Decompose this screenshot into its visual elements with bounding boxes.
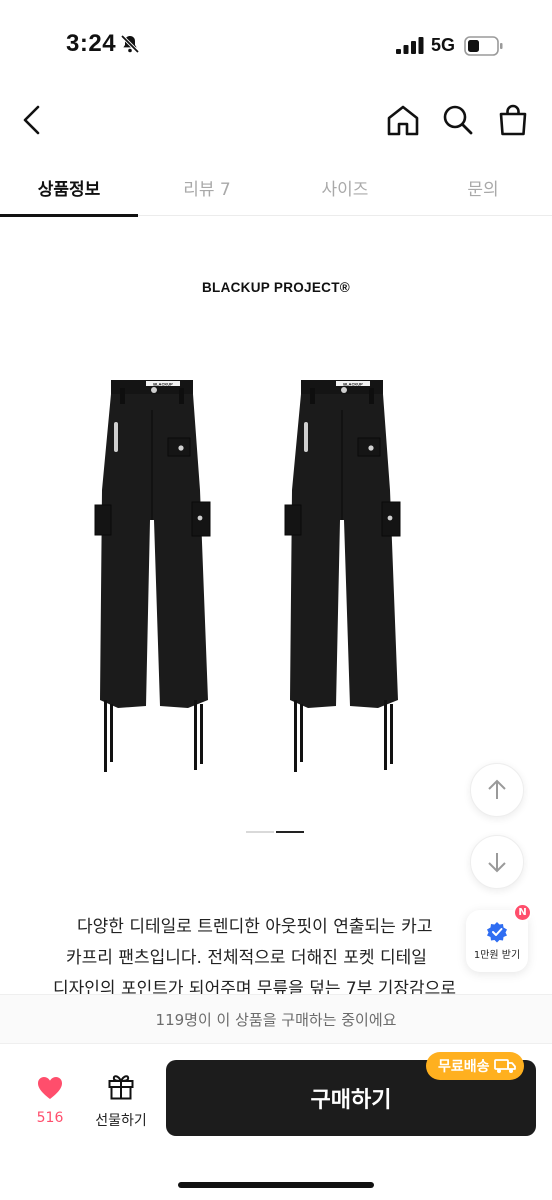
coupon-button[interactable]: 1만원 받기 N (466, 903, 532, 972)
arrow-down-icon (488, 853, 506, 873)
gift-button[interactable]: 선물하기 (88, 1072, 154, 1132)
tab-reviews[interactable]: 리뷰 7 (138, 158, 276, 216)
home-indicator[interactable] (178, 1182, 374, 1188)
tab-inquiry[interactable]: 문의 (414, 158, 552, 216)
battery-icon (464, 36, 503, 56)
search-button[interactable] (438, 100, 478, 140)
status-bar: 3:24 5G (0, 0, 552, 90)
carousel-dot[interactable] (246, 831, 274, 833)
network-type: 5G (431, 35, 456, 55)
shopping-bag-icon (499, 104, 527, 136)
cellular-signal-icon (396, 37, 424, 54)
status-time: 3:24 (66, 30, 117, 57)
gift-icon (108, 1075, 134, 1100)
cart-button[interactable] (493, 100, 533, 140)
verified-check-icon (487, 922, 507, 943)
brand-logo: BLACKUP PROJECT® (201, 280, 350, 295)
new-badge: N (513, 903, 532, 922)
back-arrow-icon (23, 105, 40, 135)
tab-product-info[interactable]: 상품정보 (0, 158, 138, 217)
heart-icon (38, 1077, 62, 1099)
bottom-action-bar: 516 선물하기 구매하기 무료배송 (0, 1044, 552, 1200)
search-icon (443, 105, 473, 135)
like-button[interactable]: 516 (28, 1074, 72, 1132)
product-image[interactable]: BLACKUP (90, 370, 470, 780)
product-tabs: 상품정보 리뷰 7 사이즈 문의 (0, 158, 552, 217)
back-button[interactable] (12, 100, 52, 140)
app-header (0, 90, 552, 150)
home-button[interactable] (383, 100, 423, 140)
tab-size[interactable]: 사이즈 (276, 158, 414, 216)
arrow-up-icon (488, 779, 506, 799)
free-shipping-label: 무료배송 (438, 1059, 490, 1075)
carousel-dot-active[interactable] (276, 831, 304, 833)
coupon-label: 1만원 받기 (473, 950, 521, 961)
purchase-notice: 119명이 이 상품을 구매하는 중이에요 (0, 994, 552, 1044)
purchase-notice-text: 119명이 이 상품을 구매하는 중이에요 (155, 1010, 397, 1029)
scroll-down-button[interactable] (470, 835, 524, 889)
gift-label: 선물하기 (95, 1113, 147, 1129)
free-shipping-badge: 무료배송 (426, 1052, 524, 1080)
like-count: 516 (36, 1110, 64, 1126)
buy-button-label: 구매하기 (310, 1088, 392, 1113)
truck-icon (493, 1059, 516, 1073)
scroll-up-button[interactable] (470, 763, 524, 817)
home-icon (387, 105, 419, 136)
bell-off-icon (120, 34, 140, 54)
carousel-indicator (246, 831, 304, 833)
